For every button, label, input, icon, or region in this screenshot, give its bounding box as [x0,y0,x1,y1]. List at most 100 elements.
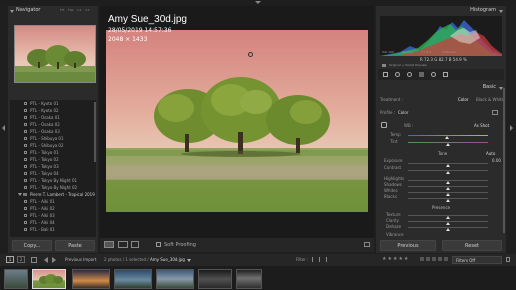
filter-dropdown[interactable]: Filters Off [452,256,502,264]
collection-item[interactable]: PTL - Kyoto 01 [10,100,96,107]
tone-auto[interactable]: Auto [486,151,495,156]
collection-item[interactable]: PTL - Osaka 01 [10,114,96,121]
collection-item[interactable]: PTL - Aiki 03 [10,212,96,219]
basic-panel-header[interactable]: Basic [378,84,504,92]
collection-item[interactable]: PTL - Tokyo 03 [10,163,96,170]
graduated-filter-icon[interactable] [419,72,424,77]
flag-filter-icons[interactable] [312,257,372,263]
filmstrip-thumbnail[interactable] [114,269,152,289]
histogram[interactable] [380,16,502,56]
survey-view-icon[interactable] [131,241,139,248]
flag-icon[interactable] [312,257,316,262]
reset-button[interactable]: Reset [442,240,502,251]
collection-item[interactable]: PTL - Osaka 02 [10,121,96,128]
zoom-fit[interactable]: FIT [60,8,64,12]
filmstrip-source[interactable]: Previous Import [65,257,96,262]
flag-icon[interactable] [326,257,330,262]
zoom-1-1[interactable]: 1:1 [77,8,82,12]
filmstrip-thumbnail-selected[interactable] [32,269,66,289]
collection-item[interactable]: PTL - Shibuya 01 [10,135,96,142]
temp-slider-knob[interactable] [445,136,449,139]
collection-set-item[interactable]: Pierre T. Lambert - Tropical 2019 [10,191,96,198]
filmstrip-thumbnail[interactable] [236,269,262,289]
collection-item[interactable]: PTL - Tokyo By Night 01 [10,177,96,184]
crop-tool-icon[interactable] [383,72,388,77]
navigator-preview[interactable] [14,25,96,83]
collection-item[interactable]: PTL - Aiki 04 [10,219,96,226]
toolbar-menu-icon[interactable] [364,242,370,247]
compare-view-icon[interactable] [118,241,128,248]
color-swatch[interactable] [432,257,436,261]
spot-removal-tool-icon[interactable] [395,72,400,77]
collection-item[interactable]: PTL - Bali 01 [10,226,96,233]
whites-slider-knob[interactable] [446,193,450,196]
treatment-bw[interactable]: Black & White [476,97,504,102]
adjustment-brush-icon[interactable] [443,72,448,77]
filmstrip-thumbnail[interactable] [72,269,110,289]
shadows-slider-knob[interactable] [446,187,450,190]
color-swatch[interactable] [438,257,442,261]
collection-item[interactable]: PTL - Aiki 01 [10,198,96,205]
filmstrip-dropdown-icon[interactable] [187,259,191,262]
texture-slider-knob[interactable] [446,216,450,219]
collection-item[interactable]: PTL - Tokyo 01 [10,149,96,156]
color-swatch[interactable] [444,257,448,261]
top-panel-toggle-icon[interactable] [255,1,261,4]
previous-button[interactable]: Previous [380,240,436,251]
wb-value[interactable]: As Shot [474,123,489,128]
radial-filter-icon[interactable] [431,72,436,77]
star-rating-filter[interactable]: ★★★★★ [382,256,409,262]
collection-item[interactable]: PTL - Kyoto 02 [10,107,96,114]
clarity-slider-knob[interactable] [446,222,450,225]
right-scrollbar[interactable] [503,88,505,233]
soft-proofing-checkbox[interactable] [156,242,161,247]
forward-arrow-icon[interactable] [52,257,56,263]
highlights-slider-knob[interactable] [446,181,450,184]
histogram-header[interactable]: Histogram [378,7,504,15]
second-window-page-2[interactable]: 2 [17,256,25,263]
collection-item[interactable]: PTL - Osaka 03 [10,128,96,135]
profile-browser-icon[interactable] [492,110,498,115]
soft-proofing-label: Soft Proofing [164,242,196,248]
filmstrip-thumbnail[interactable] [4,269,28,289]
color-swatch[interactable] [426,257,430,261]
dehaze-slider-knob[interactable] [446,228,450,231]
copy-button[interactable]: Copy... [12,240,52,251]
red-eye-tool-icon[interactable] [407,72,412,77]
treatment-color[interactable]: Color [458,97,468,102]
filter-label: Filter : [296,257,309,262]
loupe-view-icon[interactable] [104,241,114,248]
filter-lock-icon[interactable] [506,257,510,262]
preview-status[interactable]: Original + Smart Preview [389,63,427,67]
color-swatch[interactable] [420,257,424,261]
tint-slider-knob[interactable] [446,143,450,146]
collection-item[interactable]: PTL - Shibuya 02 [10,142,96,149]
white-balance-picker-icon[interactable] [381,122,387,128]
exposure-slider-knob[interactable] [446,164,450,167]
filmstrip-thumbnail[interactable] [156,269,194,289]
main-window-page-1[interactable]: 1 [6,256,14,263]
collection-item[interactable]: PTL - Tokyo 04 [10,170,96,177]
exposure-value[interactable]: 0.00 [492,158,501,163]
zoom-3-1[interactable]: 3:1 [85,8,90,12]
filmstrip-selected-file[interactable]: Amy Sue_30d.jpg [150,257,185,262]
zoom-fill[interactable]: FILL [68,8,74,12]
flag-icon[interactable] [319,257,323,262]
filmstrip-thumbnail[interactable] [198,269,232,289]
collection-icon [24,116,27,119]
profile-value[interactable]: Color [398,110,408,115]
left-scrollbar[interactable] [94,102,96,162]
navigator-header[interactable]: Navigator FIT FILL 1:1 3:1 [10,7,96,15]
collection-item[interactable]: PTL - Tokyo By Night 02 [10,184,96,191]
collection-item[interactable]: PTL - Aiki 02 [10,205,96,212]
blacks-slider-knob[interactable] [446,199,450,202]
main-photo[interactable] [106,30,368,212]
back-arrow-icon[interactable] [44,257,48,263]
paste-button[interactable]: Paste [55,240,95,251]
color-label-filter[interactable] [420,257,450,263]
left-panel-toggle-icon[interactable] [2,125,5,131]
grid-view-icon[interactable] [31,257,37,263]
collection-item[interactable]: PTL - Tokyo 02 [10,156,96,163]
contrast-slider-knob[interactable] [446,171,450,174]
right-panel-toggle-icon[interactable] [510,125,513,131]
